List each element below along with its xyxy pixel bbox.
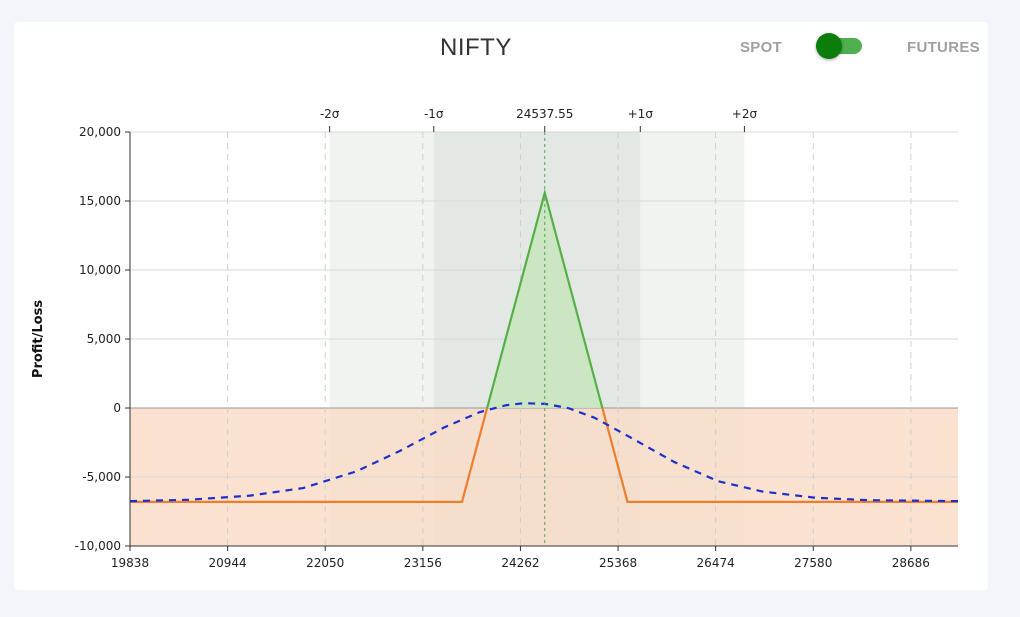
y-tick-label: -5,000 (82, 470, 121, 484)
x-tick-label: 20944 (209, 556, 247, 570)
y-axis-label: Profit/Loss (31, 300, 46, 378)
y-tick-label: -10,000 (75, 539, 121, 553)
x-tick-label: 24262 (501, 556, 539, 570)
x-tick-label: 23156 (404, 556, 442, 570)
x-tick-label: 28686 (892, 556, 930, 570)
y-tick-label: 20,000 (79, 125, 121, 139)
sigma-label: +1σ (628, 107, 654, 121)
y-tick-label: 0 (113, 401, 121, 415)
y-tick-label: 10,000 (79, 263, 121, 277)
sigma-label: -1σ (424, 107, 444, 121)
x-tick-label: 19838 (111, 556, 149, 570)
x-tick-label: 27580 (794, 556, 832, 570)
x-tick-label: 26474 (697, 556, 735, 570)
x-tick-label: 22050 (306, 556, 344, 570)
y-tick-label: 15,000 (79, 194, 121, 208)
payoff-chart: -10,000 -5,000 0 5,000 10,000 15,000 20,000 198… (31, 107, 959, 570)
x-tick-label: 25368 (599, 556, 637, 570)
sigma-label: -2σ (320, 107, 340, 121)
sigma-label: +2σ (732, 107, 758, 121)
spot-label: 24537.55 (516, 107, 573, 121)
y-tick-label: 5,000 (87, 332, 121, 346)
